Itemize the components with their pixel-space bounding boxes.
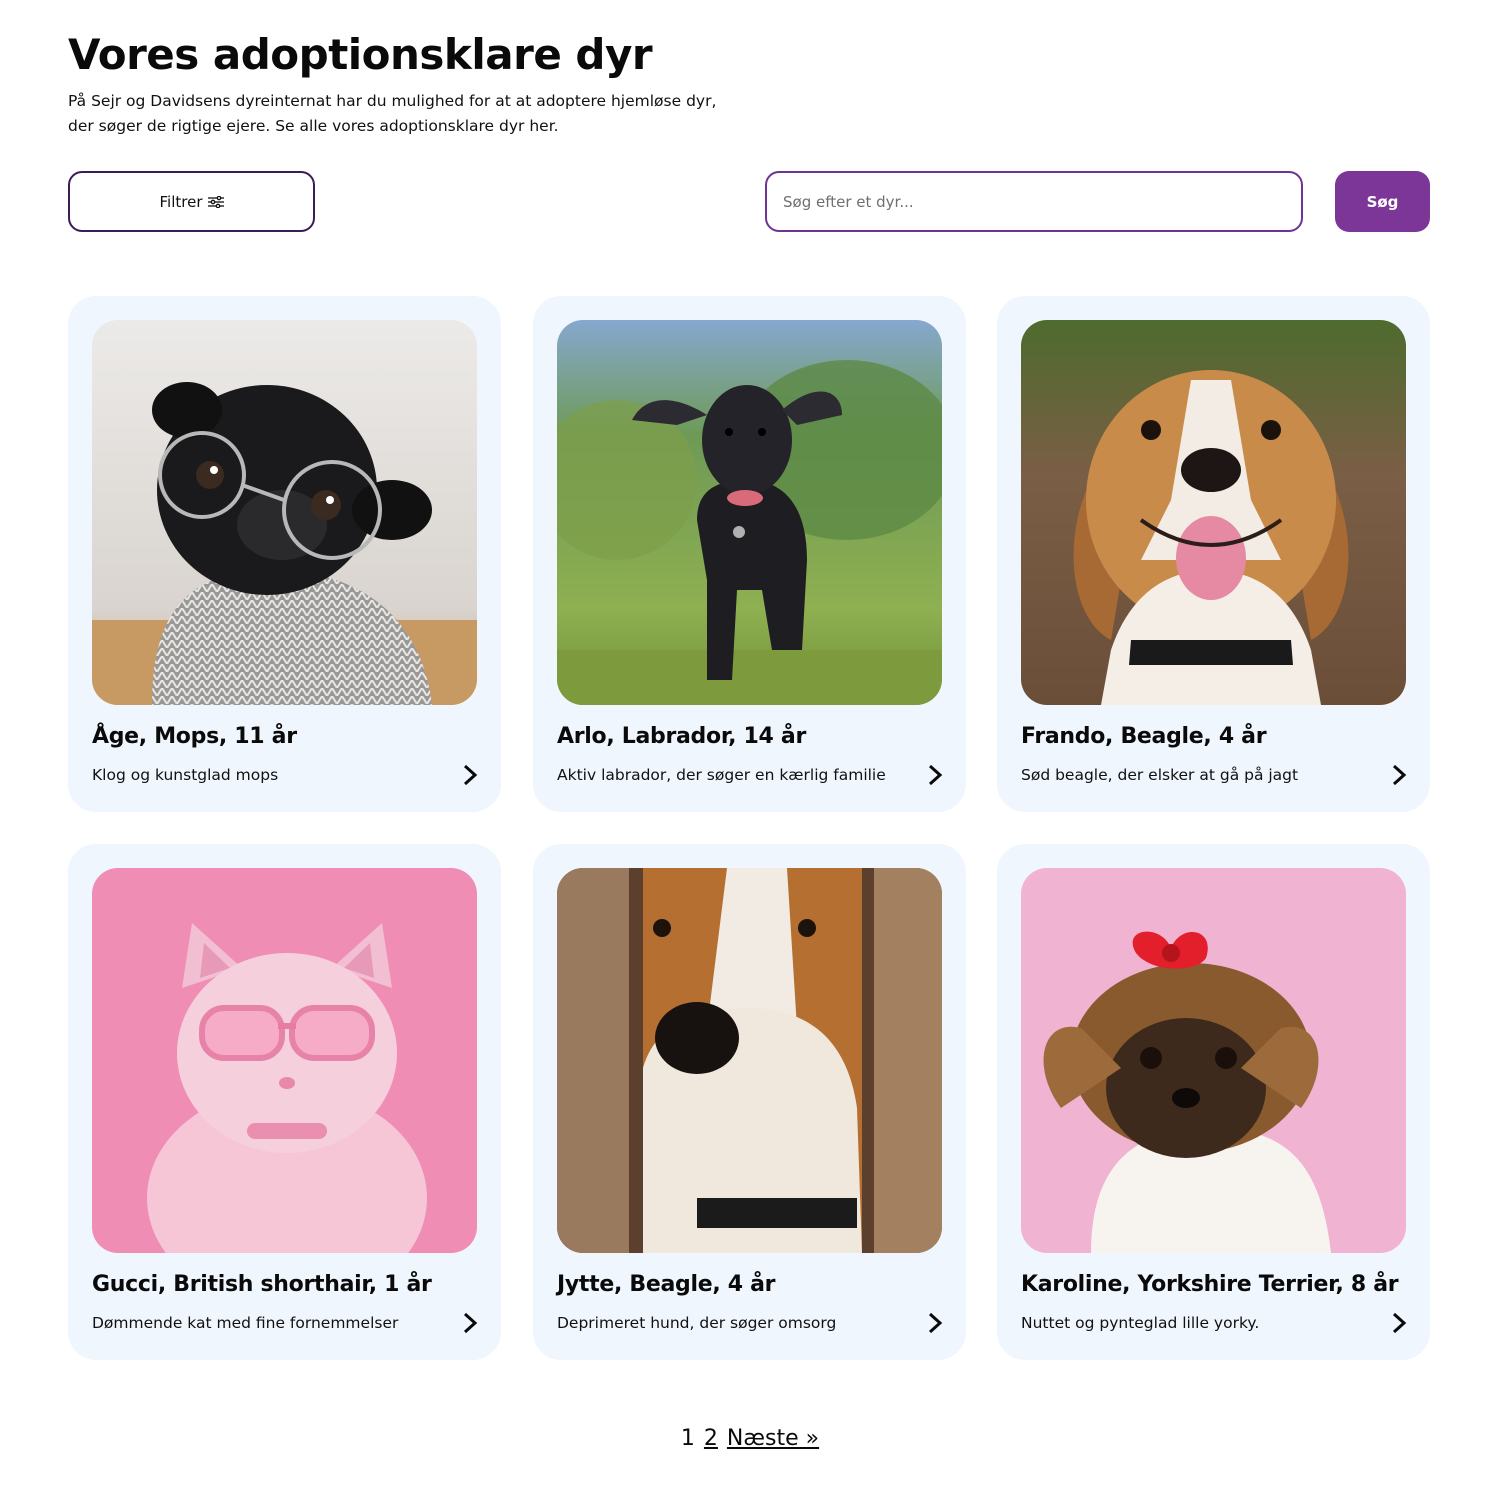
animal-card[interactable]: Arlo, Labrador, 14 år Aktiv labrador, de…	[533, 296, 966, 812]
animal-name: Karoline, Yorkshire Terrier, 8 år	[1021, 1272, 1399, 1297]
animal-photo	[557, 868, 942, 1253]
animal-card[interactable]: Frando, Beagle, 4 år Sød beagle, der els…	[997, 296, 1430, 812]
animal-description: Aktiv labrador, der søger en kærlig fami…	[557, 766, 886, 784]
search-input[interactable]	[765, 171, 1303, 232]
animal-photo	[1021, 868, 1406, 1253]
animal-name: Arlo, Labrador, 14 år	[557, 724, 807, 749]
animal-card[interactable]: Gucci, British shorthair, 1 år Dømmende …	[68, 844, 501, 1360]
animal-name: Jytte, Beagle, 4 år	[557, 1272, 776, 1297]
pagination-current-page: 1	[680, 1426, 695, 1451]
animal-name: Gucci, British shorthair, 1 år	[92, 1272, 432, 1297]
pagination: 1 2 Næste »	[0, 1426, 1500, 1451]
animal-description: Nuttet og pynteglad lille yorky.	[1021, 1314, 1260, 1332]
animal-card[interactable]: Karoline, Yorkshire Terrier, 8 år Nuttet…	[997, 844, 1430, 1360]
animal-photo	[92, 320, 477, 705]
filter-label: Filtrer	[159, 192, 203, 211]
animal-photo	[1021, 320, 1406, 705]
animal-card[interactable]: Jytte, Beagle, 4 år Deprimeret hund, der…	[533, 844, 966, 1360]
page-intro: På Sejr og Davidsens dyreinternat har du…	[68, 92, 717, 135]
chevron-right-icon[interactable]	[1390, 1311, 1408, 1335]
animal-description: Deprimeret hund, der søger omsorg	[557, 1314, 837, 1332]
chevron-right-icon[interactable]	[461, 1311, 479, 1335]
animal-photo	[92, 868, 477, 1253]
pagination-page-2-link[interactable]: 2	[704, 1426, 718, 1451]
filter-button[interactable]: Filtrer	[68, 171, 315, 232]
pagination-next-link[interactable]: Næste »	[727, 1426, 819, 1451]
chevron-right-icon[interactable]	[461, 763, 479, 787]
chevron-right-icon[interactable]	[926, 763, 944, 787]
animal-card[interactable]: Åge, Mops, 11 år Klog og kunstglad mops	[68, 296, 501, 812]
animal-description: Sød beagle, der elsker at gå på jagt	[1021, 766, 1299, 784]
animal-name: Åge, Mops, 11 år	[92, 724, 297, 749]
page-title: Vores adoptionsklare dyr	[68, 30, 653, 79]
sliders-icon	[207, 195, 224, 208]
chevron-right-icon[interactable]	[926, 1311, 944, 1335]
animal-photo	[557, 320, 942, 705]
chevron-right-icon[interactable]	[1390, 763, 1408, 787]
animal-description: Dømmende kat med fine fornemmelser	[92, 1314, 399, 1332]
animal-description: Klog og kunstglad mops	[92, 766, 279, 784]
animal-name: Frando, Beagle, 4 år	[1021, 724, 1267, 749]
search-button[interactable]: Søg	[1335, 171, 1430, 232]
